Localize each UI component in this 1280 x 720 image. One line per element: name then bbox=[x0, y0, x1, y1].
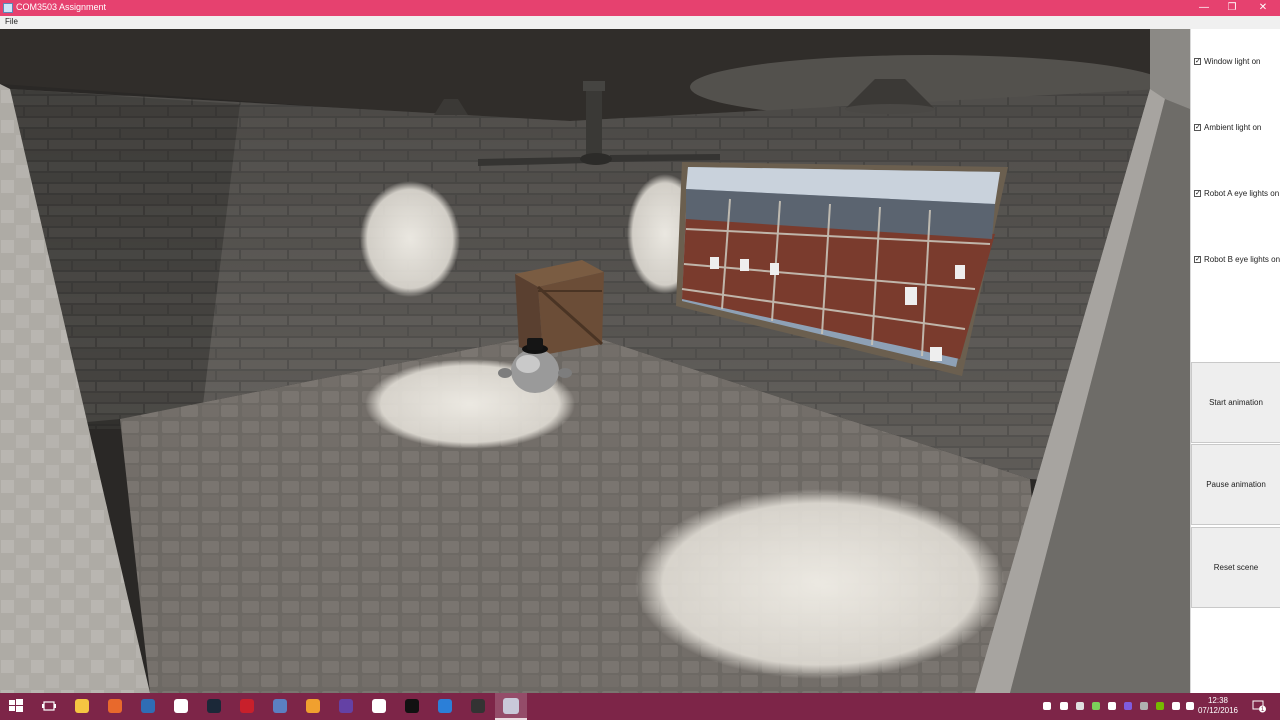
steam-icon[interactable] bbox=[206, 698, 222, 714]
game-app-icon[interactable] bbox=[371, 698, 387, 714]
window-title: COM3503 Assignment bbox=[16, 2, 107, 12]
close-button[interactable]: ✕ bbox=[1246, 0, 1280, 16]
checkbox-label: Window light on bbox=[1204, 57, 1261, 66]
taskbar-clock[interactable]: 12:38 07/12/2016 bbox=[1195, 696, 1241, 716]
reset-scene-button[interactable]: Reset scene bbox=[1191, 527, 1280, 608]
checkbox-label: Ambient light on bbox=[1204, 123, 1262, 132]
checkbox-label: Robot B eye lights on bbox=[1204, 255, 1280, 264]
pause-animation-button[interactable]: Pause animation bbox=[1191, 444, 1280, 525]
checkbox-robot-b-eye-lights[interactable]: ✓ bbox=[1194, 256, 1201, 263]
volume-icon[interactable] bbox=[1186, 702, 1194, 710]
task-view-icon[interactable] bbox=[41, 698, 57, 714]
windows-start-icon[interactable] bbox=[8, 698, 24, 714]
bluetooth-icon[interactable] bbox=[1108, 702, 1116, 710]
clock-date: 07/12/2016 bbox=[1197, 706, 1239, 715]
java-window-icon bbox=[3, 3, 13, 13]
menu-file[interactable]: File bbox=[5, 17, 18, 26]
system-tray bbox=[1040, 693, 1280, 720]
twitch-icon[interactable] bbox=[338, 698, 354, 714]
restore-button[interactable]: ❐ bbox=[1215, 0, 1249, 16]
obs-icon[interactable] bbox=[470, 698, 486, 714]
checkbox-window-light[interactable]: ✓ bbox=[1194, 58, 1201, 65]
shield-icon[interactable] bbox=[1060, 702, 1068, 710]
title-bar: COM3503 Assignment — ❐ ✕ bbox=[0, 0, 1280, 16]
clock-time: 12:38 bbox=[1207, 696, 1229, 705]
robot-a-eye-lights-checkbox[interactable]: ✓ Robot A eye lights on bbox=[1194, 188, 1280, 200]
firefox-icon[interactable] bbox=[107, 698, 123, 714]
robot-b-eye-lights-checkbox[interactable]: ✓ Robot B eye lights on bbox=[1194, 254, 1280, 266]
sync-icon[interactable] bbox=[1092, 702, 1100, 710]
3d-scene-viewport[interactable] bbox=[0, 29, 1190, 693]
checkbox-robot-a-eye-lights[interactable]: ✓ bbox=[1194, 190, 1201, 197]
menu-bar: File bbox=[0, 16, 1280, 29]
nvidia-icon[interactable] bbox=[1156, 702, 1164, 710]
java-app-icon[interactable] bbox=[495, 693, 527, 720]
discord-icon[interactable] bbox=[1124, 702, 1132, 710]
ambient-light-checkbox[interactable]: ✓ Ambient light on bbox=[1194, 122, 1280, 134]
window-light-checkbox[interactable]: ✓ Window light on bbox=[1194, 56, 1280, 68]
start-animation-button[interactable]: Start animation bbox=[1191, 362, 1280, 443]
chevron-up-icon[interactable] bbox=[1043, 702, 1051, 710]
application-window: COM3503 Assignment — ❐ ✕ File ✓ Window l… bbox=[0, 0, 1280, 720]
file-explorer-icon[interactable] bbox=[74, 698, 90, 714]
taskbar: 12:38 07/12/2016 1 bbox=[0, 693, 1280, 720]
checkbox-ambient-light[interactable]: ✓ bbox=[1194, 124, 1201, 131]
filezilla-icon[interactable] bbox=[239, 698, 255, 714]
checkbox-label: Robot A eye lights on bbox=[1204, 189, 1280, 198]
git-icon[interactable] bbox=[305, 698, 321, 714]
mask-app-icon[interactable] bbox=[173, 698, 189, 714]
network-tool-icon[interactable] bbox=[272, 698, 288, 714]
notification-center-icon[interactable]: 1 bbox=[1252, 699, 1266, 713]
usb-icon[interactable] bbox=[1076, 702, 1084, 710]
thunderbird-icon[interactable] bbox=[140, 698, 156, 714]
terminal-icon[interactable] bbox=[404, 698, 420, 714]
control-panel: ✓ Window light on ✓ Ambient light on ✓ R… bbox=[1190, 29, 1280, 693]
visual-studio-code-icon[interactable] bbox=[437, 698, 453, 714]
scene-render bbox=[0, 29, 1190, 693]
network-icon[interactable] bbox=[1172, 702, 1180, 710]
steam-tray-icon[interactable] bbox=[1140, 702, 1148, 710]
